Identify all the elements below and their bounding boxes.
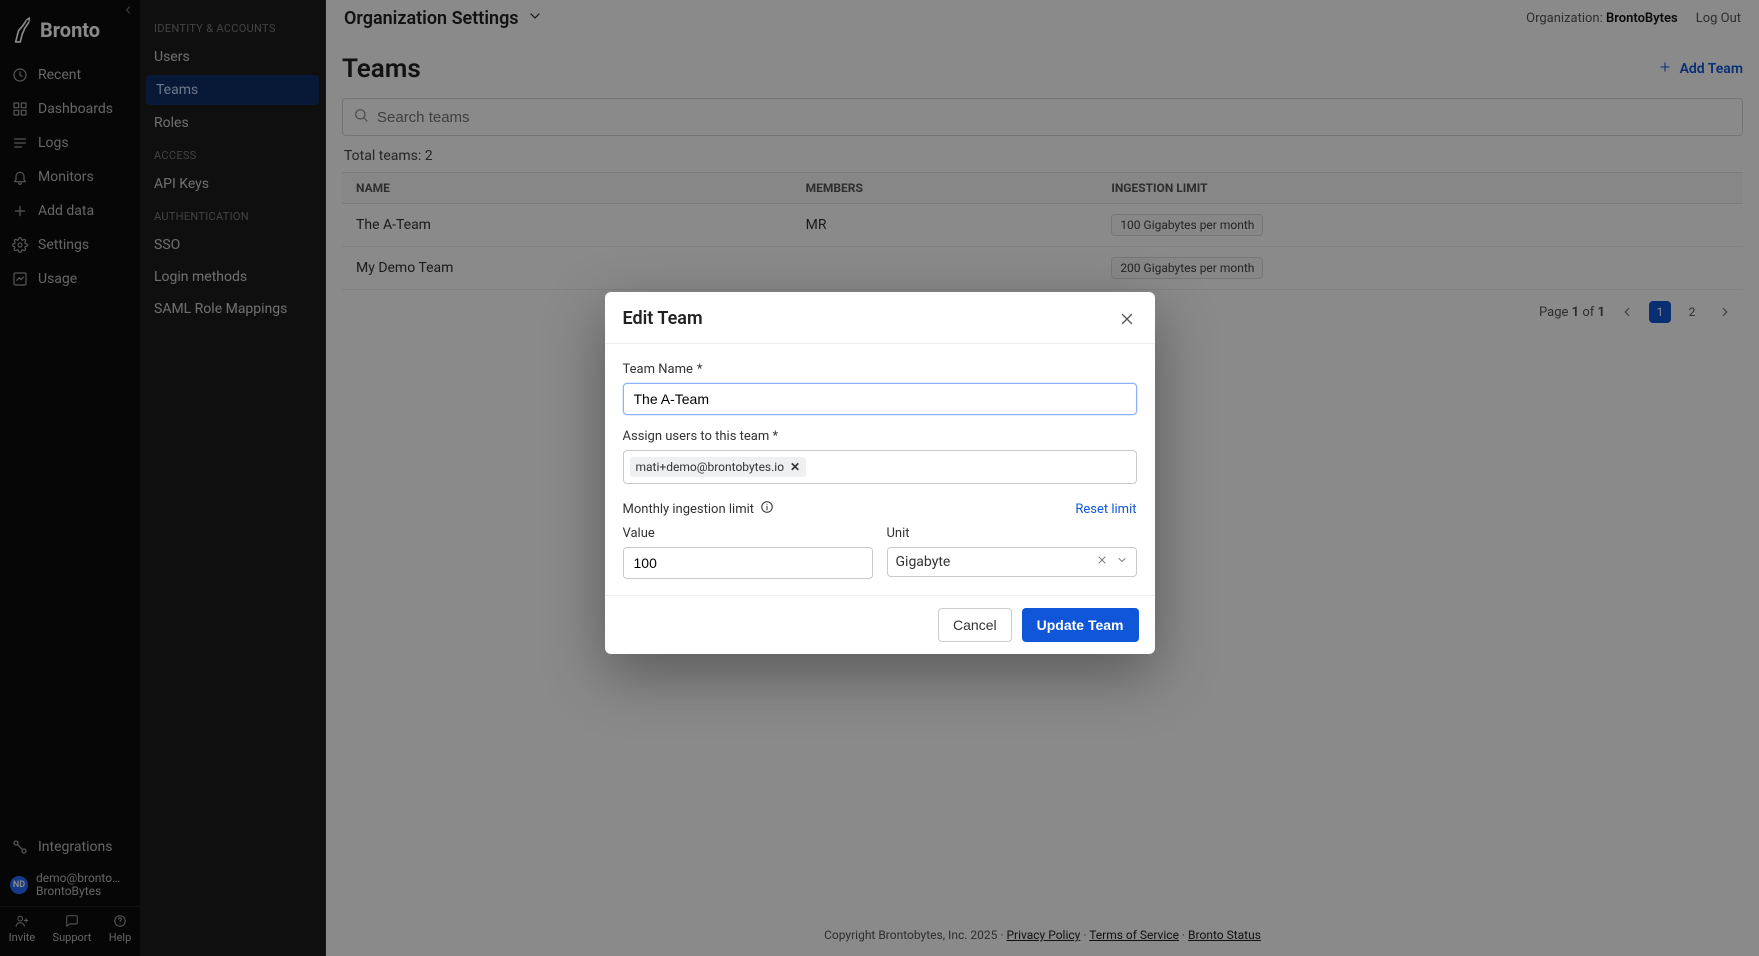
chip-remove-icon[interactable]: ✕ (790, 460, 800, 474)
chevron-down-icon (1116, 554, 1128, 570)
ingestion-limit-label: Monthly ingestion limit (623, 500, 775, 518)
unit-select[interactable]: Gigabyte (887, 547, 1137, 577)
value-label: Value (623, 526, 873, 541)
limit-value-input[interactable] (623, 547, 873, 579)
modal-overlay[interactable]: Edit Team Team Name* Assign users to thi… (0, 0, 1759, 956)
team-name-label: Team Name* (623, 362, 1137, 377)
user-chip: mati+demo@brontobytes.io ✕ (630, 457, 807, 477)
team-name-input[interactable] (623, 383, 1137, 415)
unit-value: Gigabyte (896, 554, 951, 570)
reset-limit-link[interactable]: Reset limit (1075, 502, 1136, 517)
chip-label: mati+demo@brontobytes.io (636, 460, 785, 474)
modal-close-button[interactable] (1117, 309, 1137, 329)
info-icon[interactable] (760, 500, 774, 518)
cancel-button[interactable]: Cancel (938, 608, 1012, 642)
edit-team-modal: Edit Team Team Name* Assign users to thi… (605, 292, 1155, 654)
assign-users-label: Assign users to this team * (623, 429, 1137, 444)
modal-title: Edit Team (623, 308, 703, 329)
assign-users-input[interactable]: mati+demo@brontobytes.io ✕ (623, 450, 1137, 484)
update-team-button[interactable]: Update Team (1022, 608, 1139, 642)
unit-label: Unit (887, 526, 1137, 541)
clear-icon[interactable] (1096, 554, 1108, 570)
